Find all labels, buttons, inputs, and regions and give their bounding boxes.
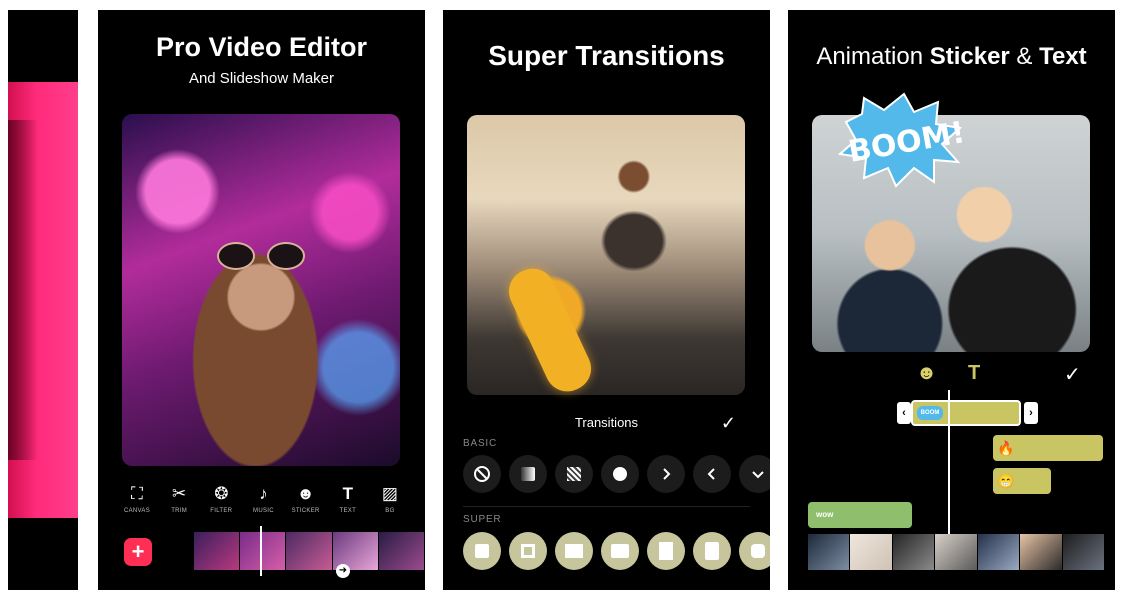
panel-subtitle: And Slideshow Maker	[188, 70, 335, 87]
transition-slide-right-button[interactable]	[647, 455, 685, 493]
smiley-icon[interactable]: ☻	[916, 362, 937, 385]
sunglasses-shape	[217, 242, 305, 270]
chevron-down-icon	[752, 471, 764, 479]
timeline-filmstrip[interactable]	[808, 534, 1105, 570]
transition-slide-down-button[interactable]	[739, 455, 770, 493]
text-icon[interactable]: T	[968, 362, 980, 385]
transition-slide-left-button[interactable]	[693, 455, 731, 493]
text-icon: T	[342, 484, 353, 503]
tool-sticker[interactable]: ☻ STICKER	[287, 484, 325, 514]
grin-emoji: 😁	[997, 473, 1015, 489]
smiley-icon: ☻	[296, 484, 315, 503]
title-mid: &	[1009, 43, 1040, 70]
panel-title: Super Transitions	[488, 40, 725, 71]
title-prefix: Animation	[816, 43, 930, 70]
tool-label: TEXT	[339, 508, 357, 514]
super-transition-7-button[interactable]	[739, 532, 770, 570]
sticker-clip-fire[interactable]: 🔥	[993, 435, 1103, 461]
super-transition-3-button[interactable]	[555, 532, 593, 570]
timeline-filmstrip[interactable]	[194, 532, 425, 570]
super-transition-4-button[interactable]	[601, 532, 639, 570]
transition-circle-button[interactable]	[601, 455, 639, 493]
rectangle-icon	[611, 544, 629, 558]
chevron-right-icon	[663, 468, 671, 480]
circle-icon	[613, 467, 627, 481]
playhead[interactable]	[948, 390, 950, 550]
scissors-icon: ✂	[172, 484, 187, 503]
title-text: Text	[1039, 43, 1087, 70]
tool-label: FILTER	[210, 508, 233, 514]
panel-title: Animation Sticker & Text	[788, 43, 1115, 71]
dissolve-icon	[567, 467, 581, 481]
super-section-label: SUPER	[463, 514, 502, 525]
arrow-right-icon[interactable]: ➜	[336, 564, 350, 578]
tool-label: BG	[385, 508, 395, 514]
portrait-icon	[705, 542, 719, 560]
tool-bar: ⛶ CANVAS ✂ TRIM ❂ FILTER ♪ MUSIC ☻ STICK…	[118, 484, 409, 514]
skateboard-shape	[501, 261, 599, 399]
sticker-toolbar: ☻ T ✓	[788, 362, 1115, 386]
tool-music[interactable]: ♪ MUSIC	[244, 484, 282, 514]
super-transition-2-button[interactable]	[509, 532, 547, 570]
panel-title: Pro Video Editor	[155, 32, 368, 62]
boom-mini-sticker: BOOM	[917, 406, 943, 420]
super-transition-5-button[interactable]	[647, 532, 685, 570]
super-transitions-row	[463, 532, 770, 570]
fire-emoji: 🔥	[997, 440, 1015, 456]
crop-icon: ⛶	[131, 484, 143, 503]
title-sticker: Sticker	[929, 43, 1010, 70]
tool-canvas[interactable]: ⛶ CANVAS	[118, 484, 156, 514]
rounded-square-icon	[751, 544, 765, 558]
tool-text[interactable]: T TEXT	[329, 484, 367, 514]
add-clip-button[interactable]: +	[124, 538, 152, 566]
transition-dissolve-button[interactable]	[555, 455, 593, 493]
super-transition-1-button[interactable]	[463, 532, 501, 570]
rectangle-icon	[565, 544, 583, 558]
screenshot-panel-1	[8, 10, 78, 590]
clip-right-handle[interactable]: ›	[1024, 402, 1038, 424]
no-transition-icon	[474, 466, 490, 482]
bg-icon: ▨	[381, 484, 398, 503]
check-icon[interactable]: ✓	[721, 413, 736, 434]
tool-label: MUSIC	[253, 508, 274, 514]
square-icon	[475, 544, 489, 558]
text-clip-wow[interactable]: wow	[808, 502, 912, 528]
square-outline-icon	[521, 544, 535, 558]
basic-section-label: BASIC	[463, 438, 498, 449]
filter-icon: ❂	[214, 484, 229, 503]
screenshot-panel-editor: Pro Video Editor And Slideshow Maker ⛶ C…	[98, 10, 425, 590]
tool-label: TRIM	[171, 508, 188, 514]
playhead[interactable]	[260, 526, 262, 576]
shadow-shape	[8, 120, 38, 460]
transition-none-button[interactable]	[463, 455, 501, 493]
tool-label: CANVAS	[123, 508, 151, 514]
fade-icon	[521, 467, 535, 481]
section-divider	[463, 506, 750, 507]
super-transition-6-button[interactable]	[693, 532, 731, 570]
preview-photo	[122, 114, 400, 466]
screenshot-panel-stickers: Animation Sticker & Text BOOM! ☻ T ✓ BOO…	[788, 10, 1115, 590]
tool-bg[interactable]: ▨ BG	[371, 484, 409, 514]
transitions-header: Transitions ✓	[443, 413, 770, 435]
portrait-icon	[659, 542, 673, 560]
tool-label: STICKER	[291, 508, 320, 514]
check-icon[interactable]: ✓	[1064, 362, 1081, 387]
sticker-clip-grin[interactable]: 😁	[993, 468, 1051, 494]
music-note-icon: ♪	[259, 484, 268, 503]
chevron-left-icon	[707, 468, 715, 480]
sticker-clip-boom[interactable]: BOOM	[911, 400, 1021, 426]
transition-fade-button[interactable]	[509, 455, 547, 493]
tool-trim[interactable]: ✂ TRIM	[160, 484, 198, 514]
basic-transitions-row	[463, 455, 770, 493]
tool-filter[interactable]: ❂ FILTER	[202, 484, 240, 514]
screenshot-panel-transitions: Super Transitions Transitions ✓ BASIC SU…	[443, 10, 770, 590]
clip-left-handle[interactable]: ‹	[897, 402, 911, 424]
preview-photo	[467, 115, 745, 399]
